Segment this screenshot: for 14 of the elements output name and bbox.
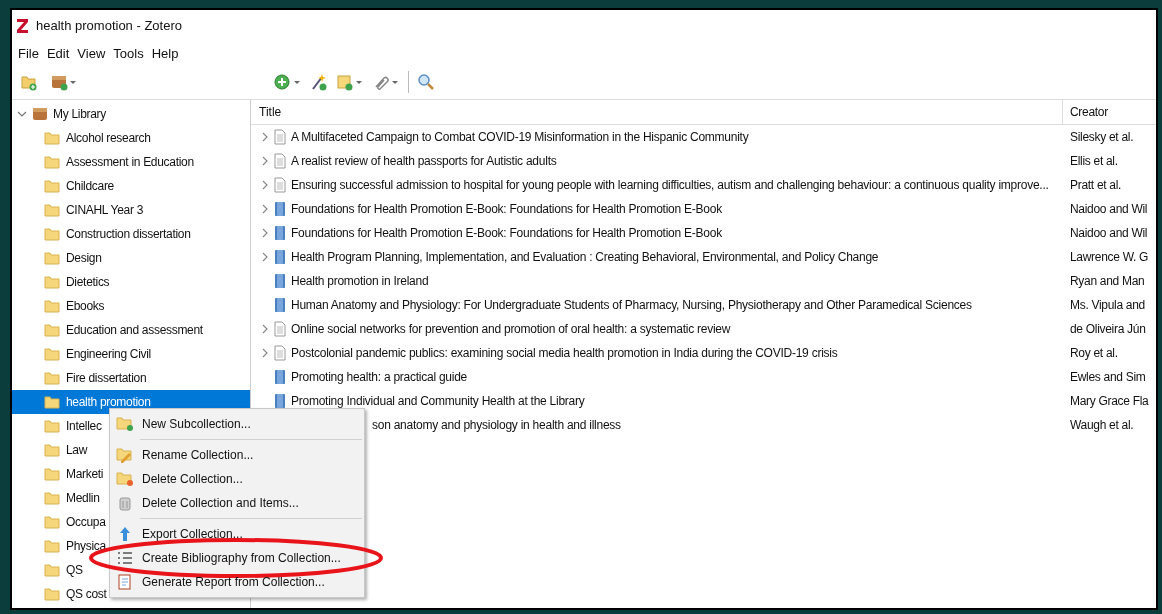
window-title: health promotion - Zotero	[36, 18, 182, 33]
item-creator: Ms. Vipula and	[1069, 298, 1146, 312]
item-creator: Ryan and Man	[1069, 274, 1146, 288]
item-creator: Pratt et al.	[1069, 178, 1123, 192]
item-creator: Roy et al.	[1069, 346, 1119, 360]
item-creator: Naidoo and Wil	[1069, 226, 1149, 240]
item-creator: Naidoo and Wil	[1069, 202, 1149, 216]
item-creator: Waugh et al.	[1069, 418, 1135, 432]
item-creator: Silesky et al.	[1069, 130, 1135, 144]
item-creator: Mary Grace Fla	[1069, 394, 1150, 408]
item-creator: Ewles and Sim	[1069, 370, 1147, 384]
item-creator: Lawrence W. G	[1069, 250, 1150, 264]
item-creator: de Oliveira Jún	[1069, 322, 1147, 336]
item-creator: Ellis et al.	[1069, 154, 1119, 168]
